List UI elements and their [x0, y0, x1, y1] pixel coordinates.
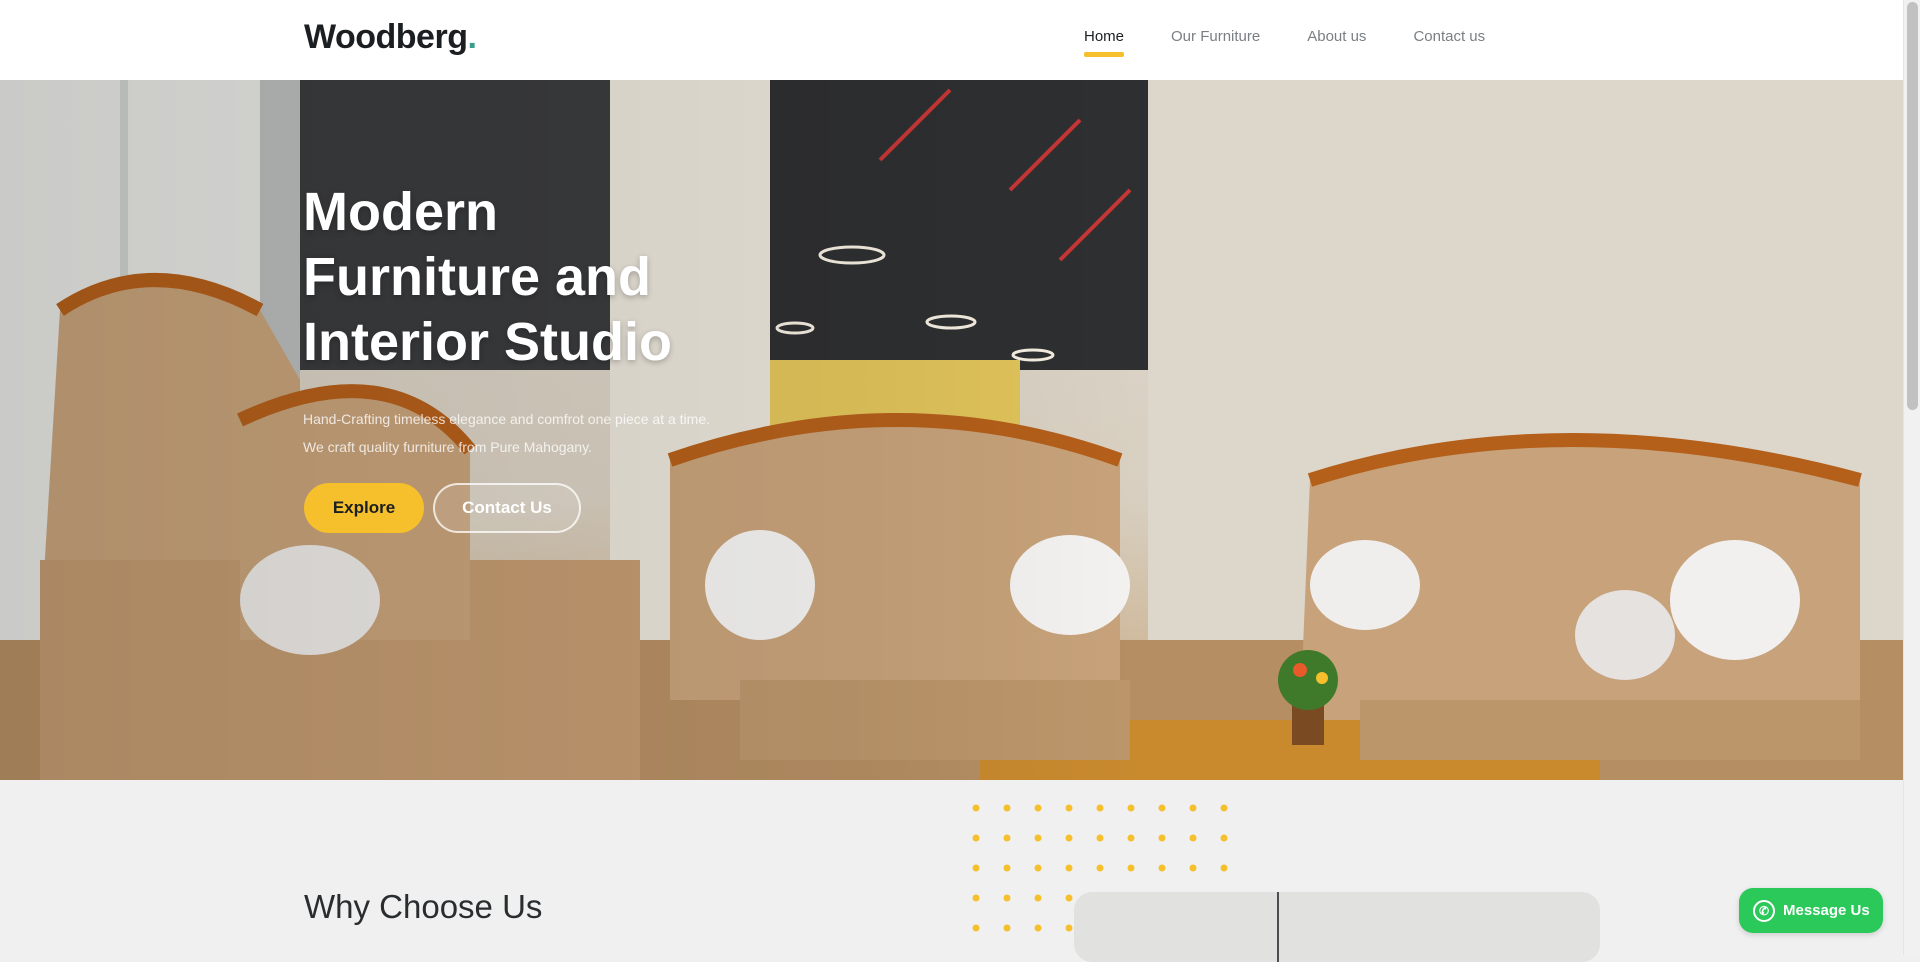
hero-title-line: Modern [303, 182, 498, 242]
nav-home[interactable]: Home [1084, 28, 1125, 57]
card-divider [1277, 892, 1279, 962]
main-nav: Home Our Furniture About us Contact us [1084, 28, 1532, 57]
explore-button[interactable]: Explore [304, 483, 424, 533]
logo-text: Woodberg [304, 18, 468, 56]
page-scrollbar[interactable] [1903, 0, 1920, 955]
nav-our-furniture[interactable]: Our Furniture [1171, 28, 1260, 57]
nav-about-us[interactable]: About us [1307, 28, 1366, 57]
whatsapp-label: Message Us [1783, 902, 1870, 919]
logo[interactable]: Woodberg. [304, 18, 477, 57]
feature-card [1074, 892, 1600, 962]
hero-subtitle: Hand-Crafting timeless elegance and comf… [303, 405, 863, 461]
whatsapp-icon: ✆ [1753, 899, 1775, 922]
scrollbar-thumb[interactable] [1907, 2, 1918, 410]
hero-subtitle-line: We craft quality furniture from Pure Mah… [303, 439, 592, 455]
hero-subtitle-line: Hand-Crafting timeless elegance and comf… [303, 411, 710, 427]
hero-title: Modern Furniture and Interior Studio [303, 180, 823, 375]
site-header: Woodberg. Home Our Furniture About us Co… [0, 0, 1903, 80]
whatsapp-message-button[interactable]: ✆ Message Us [1739, 888, 1883, 933]
why-choose-us-heading: Why Choose Us [304, 888, 543, 925]
hero-title-line: Interior Studio [303, 312, 672, 372]
hero-overlay [0, 80, 1903, 780]
hero-title-line: Furniture and [303, 247, 651, 307]
nav-contact-us[interactable]: Contact us [1413, 28, 1485, 57]
hero-section: Modern Furniture and Interior Studio Han… [0, 80, 1903, 780]
logo-dot: . [467, 18, 477, 56]
contact-us-button[interactable]: Contact Us [433, 483, 581, 533]
